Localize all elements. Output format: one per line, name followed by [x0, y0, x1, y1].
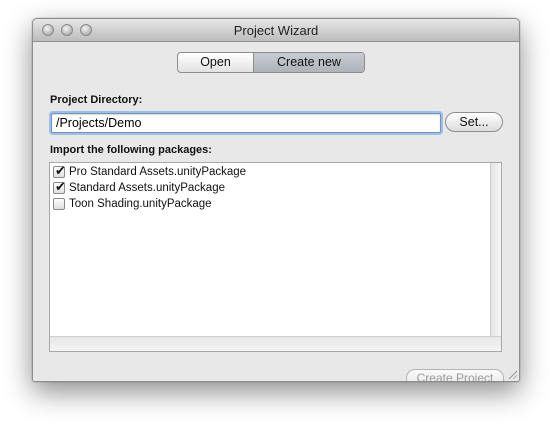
checkmark-icon: ✔: [55, 163, 66, 178]
package-checkbox-standard-assets[interactable]: ✔: [53, 179, 66, 194]
title-bar[interactable]: Project Wizard: [33, 19, 519, 42]
resize-grip-icon[interactable]: [507, 369, 517, 379]
tab-open-project[interactable]: Open Project: [178, 53, 254, 72]
package-label: Pro Standard Assets.unityPackage: [69, 166, 247, 178]
project-directory-label: Project Directory:: [50, 94, 143, 106]
package-checkbox-pro-standard-assets[interactable]: ✔: [53, 163, 66, 178]
window-title: Project Wizard: [233, 23, 319, 38]
package-item-standard-assets[interactable]: ✔ Standard Assets.unityPackage: [53, 180, 225, 196]
tab-create-new-project[interactable]: Create new Project: [254, 53, 364, 72]
import-packages-label: Import the following packages:: [50, 144, 212, 156]
package-item-pro-standard-assets[interactable]: ✔ Pro Standard Assets.unityPackage: [53, 164, 246, 180]
package-label: Standard Assets.unityPackage: [69, 182, 225, 194]
package-list: ✔ Pro Standard Assets.unityPackage ✔ Sta…: [49, 162, 502, 352]
package-label: Toon Shading.unityPackage: [69, 198, 212, 210]
checkmark-icon: ✔: [55, 179, 66, 194]
set-directory-button[interactable]: Set...: [445, 112, 503, 132]
wizard-content: Open Project Create new Project Project …: [33, 42, 519, 381]
create-project-button[interactable]: Create Project: [406, 369, 504, 381]
vertical-scrollbar[interactable]: [490, 163, 501, 337]
project-directory-input[interactable]: [51, 113, 441, 133]
project-wizard-window: Project Wizard Open Project Create new P…: [32, 18, 520, 382]
package-item-toon-shading[interactable]: Toon Shading.unityPackage: [53, 196, 212, 212]
package-checkbox-toon-shading[interactable]: [53, 198, 65, 210]
horizontal-scrollbar[interactable]: [50, 336, 501, 351]
project-mode-tabs: Open Project Create new Project: [177, 52, 365, 73]
